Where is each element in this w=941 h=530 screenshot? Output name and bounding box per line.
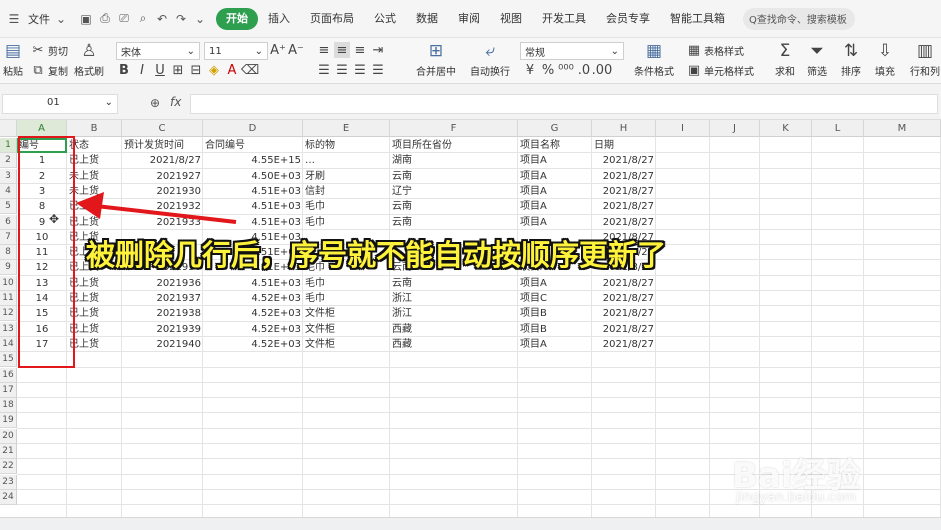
annotation-caption: 被删除几行后，序号就不能自动按顺序更新了 <box>86 238 667 272</box>
cursor-plus-icon: ✥ <box>49 212 60 226</box>
watermark-url: jingyan.baidu.com <box>736 490 856 505</box>
status-strip <box>0 517 941 530</box>
